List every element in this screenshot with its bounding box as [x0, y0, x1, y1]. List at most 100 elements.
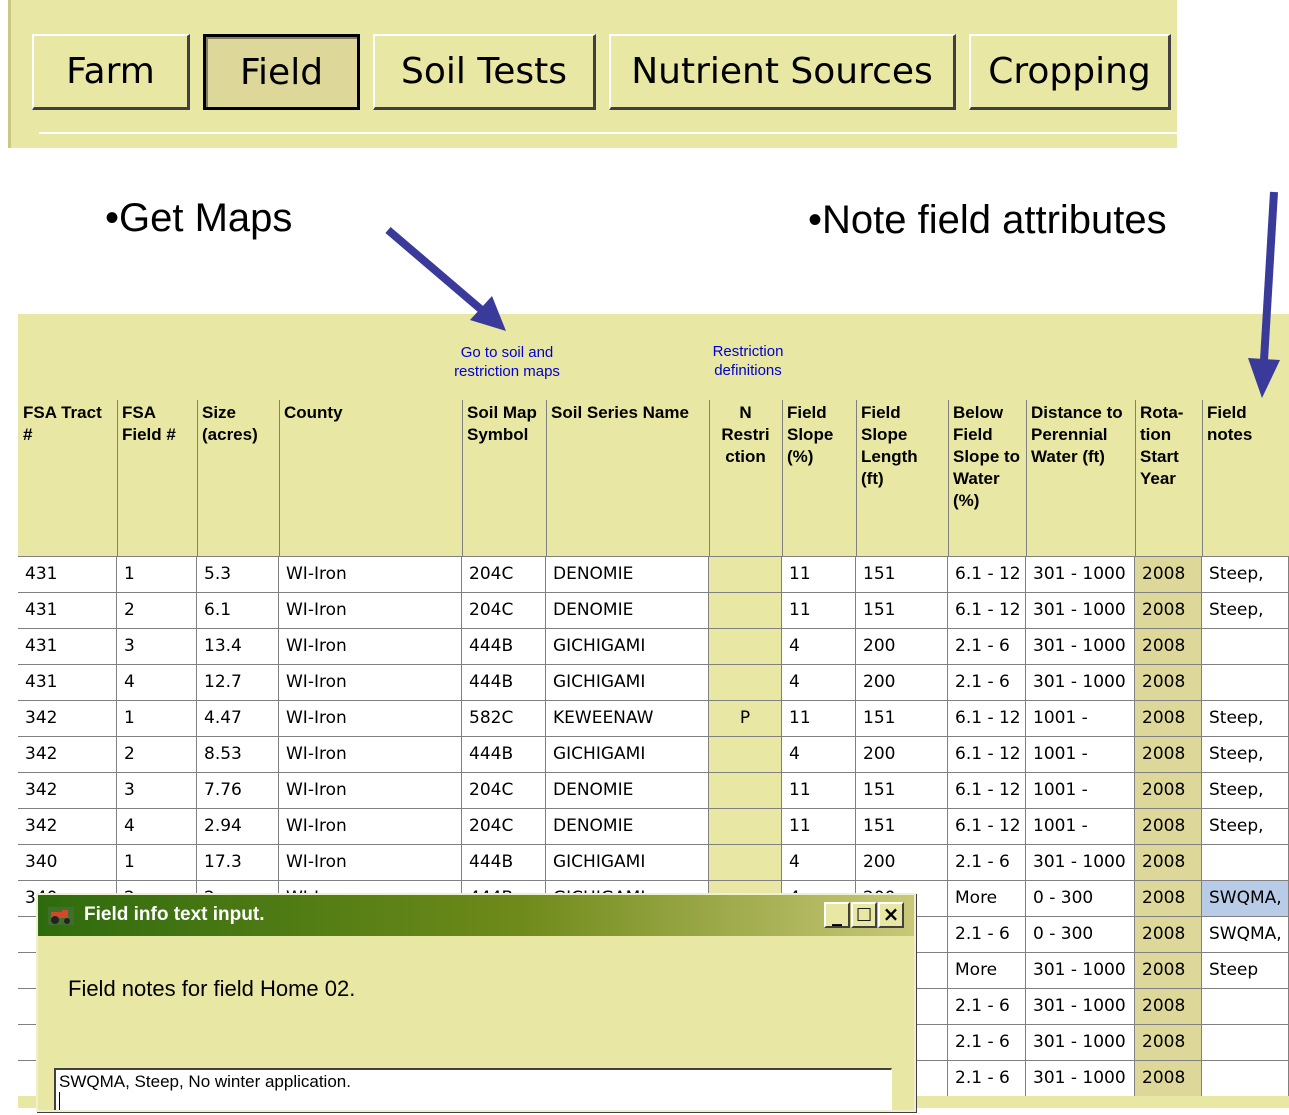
cell-soil-map-symbol[interactable]: 204C [462, 593, 546, 628]
cell-fsa-tract[interactable]: 342 [18, 773, 117, 808]
column-header-field-slope[interactable]: Field Slope (%) [782, 400, 856, 470]
cell-county[interactable]: WI-Iron [279, 809, 462, 844]
cell-soil-series-name[interactable]: GICHIGAMI [546, 845, 709, 880]
cell-field-slope[interactable]: 11 [782, 809, 856, 844]
cell-distance-to-water[interactable]: 0 - 300 [1026, 917, 1135, 952]
cell-distance-to-water[interactable]: 301 - 1000 [1026, 989, 1135, 1024]
column-divider[interactable] [117, 400, 118, 560]
column-divider[interactable] [1026, 400, 1027, 560]
table-row[interactable]: 431 4 12.7 WI-Iron 444B GICHIGAMI 4 200 2.1 - 63… [18, 664, 1289, 700]
cell-soil-map-symbol[interactable]: 582C [462, 701, 546, 736]
cell-below-field-slope[interactable]: 2.1 - 6 [948, 1025, 1026, 1060]
column-header-fsa-tract[interactable]: FSA Tract # [18, 400, 117, 448]
cell-fsa-tract[interactable]: 340 [18, 845, 117, 880]
table-row[interactable]: 431 2 6.1 WI-Iron 204C DENOMIE 11 151 6.1 - 12 30… [18, 592, 1289, 628]
cell-distance-to-water[interactable]: 1001 - [1026, 737, 1135, 772]
cell-soil-map-symbol[interactable]: 444B [462, 845, 546, 880]
cell-distance-to-water[interactable]: 301 - 1000 [1026, 665, 1135, 700]
cell-soil-map-symbol[interactable]: 204C [462, 809, 546, 844]
cell-county[interactable]: WI-Iron [279, 557, 462, 592]
cell-field-notes[interactable]: Steep, [1202, 701, 1289, 736]
cell-rotation-start-year[interactable]: 2008 [1135, 1025, 1202, 1060]
cell-field-notes[interactable]: Steep, [1202, 557, 1289, 592]
cell-distance-to-water[interactable]: 1001 - [1026, 809, 1135, 844]
cell-rotation-start-year[interactable]: 2008 [1135, 557, 1202, 592]
cell-soil-series-name[interactable]: DENOMIE [546, 773, 709, 808]
column-header-below-field-slope[interactable]: Below Field Slope to Water (%) [948, 400, 1026, 514]
cell-field-notes[interactable]: Steep, [1202, 593, 1289, 628]
cell-county[interactable]: WI-Iron [279, 701, 462, 736]
cell-rotation-start-year[interactable]: 2008 [1135, 665, 1202, 700]
column-header-distance-to-water[interactable]: Distance to Perennial Water (ft) [1026, 400, 1135, 470]
cell-distance-to-water[interactable]: 301 - 1000 [1026, 557, 1135, 592]
cell-soil-map-symbol[interactable]: 444B [462, 629, 546, 664]
cell-fsa-field[interactable]: 2 [117, 593, 197, 628]
cell-fsa-field[interactable]: 1 [117, 845, 197, 880]
tab-farm[interactable]: Farm [32, 34, 190, 110]
cell-rotation-start-year[interactable]: 2008 [1135, 953, 1202, 988]
cell-rotation-start-year[interactable]: 2008 [1135, 701, 1202, 736]
cell-field-notes[interactable] [1202, 845, 1289, 880]
cell-size-acres[interactable]: 4.47 [197, 701, 279, 736]
cell-fsa-field[interactable]: 4 [117, 809, 197, 844]
cell-distance-to-water[interactable]: 301 - 1000 [1026, 953, 1135, 988]
cell-field-slope[interactable]: 4 [782, 737, 856, 772]
cell-distance-to-water[interactable]: 1001 - [1026, 773, 1135, 808]
cell-county[interactable]: WI-Iron [279, 629, 462, 664]
cell-size-acres[interactable]: 6.1 [197, 593, 279, 628]
cell-soil-series-name[interactable]: DENOMIE [546, 557, 709, 592]
cell-field-slope-length[interactable]: 200 [856, 665, 948, 700]
cell-soil-map-symbol[interactable]: 204C [462, 773, 546, 808]
cell-size-acres[interactable]: 7.76 [197, 773, 279, 808]
column-divider[interactable] [1135, 400, 1136, 560]
cell-field-notes[interactable]: Steep, [1202, 737, 1289, 772]
cell-soil-series-name[interactable]: GICHIGAMI [546, 665, 709, 700]
cell-below-field-slope[interactable]: 6.1 - 12 [948, 809, 1026, 844]
cell-soil-series-name[interactable]: GICHIGAMI [546, 629, 709, 664]
cell-field-notes[interactable] [1202, 1025, 1289, 1060]
cell-soil-series-name[interactable]: GICHIGAMI [546, 737, 709, 772]
cell-field-slope-length[interactable]: 200 [856, 629, 948, 664]
column-header-county[interactable]: County [279, 400, 462, 426]
cell-below-field-slope[interactable]: More [948, 881, 1026, 916]
cell-rotation-start-year[interactable]: 2008 [1135, 593, 1202, 628]
cell-field-slope[interactable]: 4 [782, 629, 856, 664]
table-row[interactable]: 342 4 2.94 WI-Iron 204C DENOMIE 11 151 6.1 - 12 1… [18, 808, 1289, 844]
cell-rotation-start-year[interactable]: 2008 [1135, 737, 1202, 772]
cell-county[interactable]: WI-Iron [279, 737, 462, 772]
cell-rotation-start-year[interactable]: 2008 [1135, 1061, 1202, 1096]
cell-n-restriction[interactable] [709, 845, 782, 880]
column-divider[interactable] [709, 400, 710, 560]
tab-field[interactable]: Field [203, 34, 360, 110]
table-row[interactable]: 342 3 7.76 WI-Iron 204C DENOMIE 11 151 6.1 - 12 1… [18, 772, 1289, 808]
cell-rotation-start-year[interactable]: 2008 [1135, 989, 1202, 1024]
cell-n-restriction[interactable] [709, 629, 782, 664]
cell-fsa-field[interactable]: 1 [117, 701, 197, 736]
cell-rotation-start-year[interactable]: 2008 [1135, 845, 1202, 880]
cell-field-slope[interactable]: 11 [782, 557, 856, 592]
cell-n-restriction[interactable] [709, 773, 782, 808]
cell-fsa-tract[interactable]: 431 [18, 557, 117, 592]
cell-field-notes[interactable] [1202, 989, 1289, 1024]
cell-fsa-tract[interactable]: 342 [18, 737, 117, 772]
cell-soil-series-name[interactable]: KEWEENAW [546, 701, 709, 736]
column-header-soil-series-name[interactable]: Soil Series Name [546, 400, 709, 426]
cell-field-notes[interactable]: Steep [1202, 953, 1289, 988]
table-row[interactable]: 340 1 17.3 WI-Iron 444B GICHIGAMI 4 200 2.1 - 63… [18, 844, 1289, 880]
cell-fsa-tract[interactable]: 431 [18, 593, 117, 628]
cell-field-slope-length[interactable]: 151 [856, 773, 948, 808]
cell-field-slope-length[interactable]: 151 [856, 557, 948, 592]
tab-soil-tests[interactable]: Soil Tests [373, 34, 596, 110]
cell-rotation-start-year[interactable]: 2008 [1135, 881, 1202, 916]
cell-below-field-slope[interactable]: 6.1 - 12 [948, 773, 1026, 808]
cell-field-notes[interactable]: SWQMA, [1202, 917, 1289, 952]
column-divider[interactable] [546, 400, 547, 560]
cell-distance-to-water[interactable]: 301 - 1000 [1026, 593, 1135, 628]
cell-below-field-slope[interactable]: 2.1 - 6 [948, 1061, 1026, 1096]
cell-below-field-slope[interactable]: 2.1 - 6 [948, 917, 1026, 952]
cell-soil-map-symbol[interactable]: 444B [462, 665, 546, 700]
cell-n-restriction[interactable]: P [709, 701, 782, 736]
cell-field-slope[interactable]: 11 [782, 593, 856, 628]
cell-fsa-field[interactable]: 3 [117, 773, 197, 808]
cell-rotation-start-year[interactable]: 2008 [1135, 917, 1202, 952]
